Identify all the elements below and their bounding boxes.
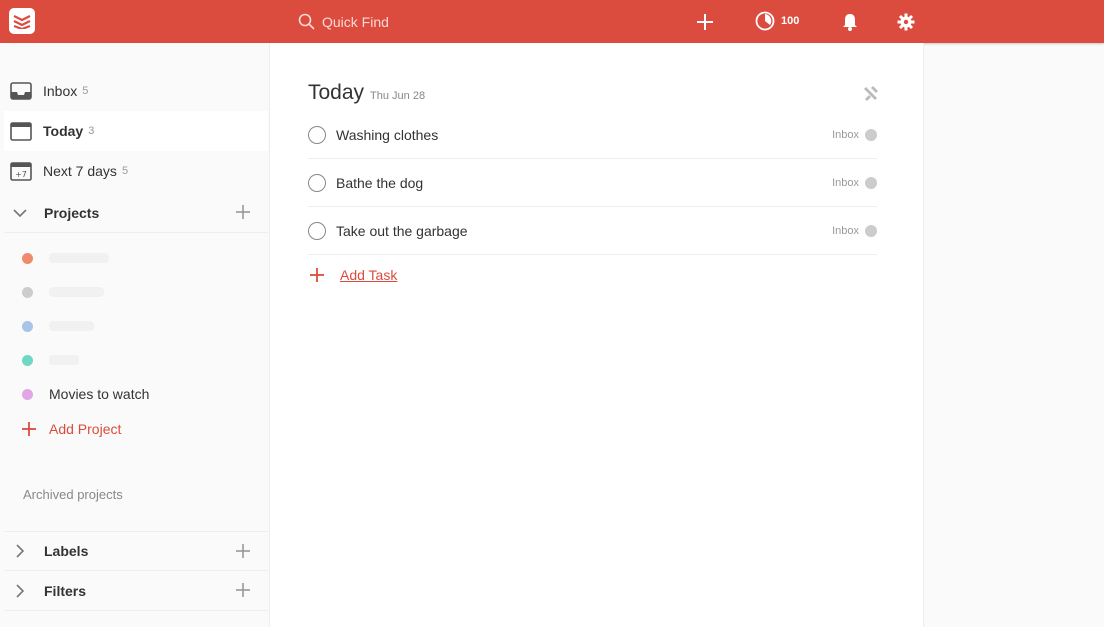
search-icon bbox=[298, 13, 315, 30]
project-name bbox=[49, 287, 104, 297]
notifications-button[interactable] bbox=[840, 11, 860, 33]
chevron-right-icon bbox=[10, 583, 30, 598]
sidebar: Inbox 5 Today 3 +7 Next 7 days 5 Project… bbox=[0, 43, 270, 627]
filters-label: Filters bbox=[44, 582, 87, 599]
task-row[interactable]: Take out the garbage Inbox bbox=[308, 207, 877, 255]
top-bar: Quick Find 100 bbox=[0, 0, 1104, 43]
project-name bbox=[49, 253, 109, 263]
todoist-logo-icon bbox=[13, 15, 31, 29]
calendar-week-icon: +7 bbox=[10, 160, 32, 182]
labels-label: Labels bbox=[44, 543, 89, 559]
projects-label: Projects bbox=[44, 204, 100, 221]
project-name bbox=[49, 321, 94, 331]
project-name bbox=[49, 355, 79, 365]
calendar-today-icon bbox=[10, 120, 32, 142]
project-color-dot bbox=[865, 176, 877, 189]
page-date: Thu Jun 28 bbox=[370, 90, 426, 102]
chevron-down-icon bbox=[10, 208, 30, 218]
inbox-icon bbox=[10, 80, 32, 102]
task-row[interactable]: Washing clothes Inbox bbox=[308, 111, 877, 159]
task-checkbox[interactable] bbox=[308, 221, 326, 240]
chevron-right-icon bbox=[10, 544, 30, 558]
task-project-label: Inbox bbox=[832, 128, 859, 141]
project-color-dot bbox=[22, 388, 33, 400]
project-item[interactable] bbox=[22, 246, 109, 270]
task-content[interactable]: Take out the garbage bbox=[336, 223, 832, 239]
add-project-label: Add Project bbox=[49, 421, 122, 437]
add-project-plus-icon[interactable] bbox=[236, 205, 250, 222]
gear-icon bbox=[897, 13, 915, 31]
add-project-button[interactable]: Add Project bbox=[22, 421, 121, 437]
task-content[interactable]: Bathe the dog bbox=[336, 175, 832, 191]
plus-icon bbox=[22, 421, 36, 437]
karma-button[interactable]: 100 bbox=[755, 11, 799, 31]
karma-icon bbox=[755, 11, 775, 31]
project-color-dot bbox=[22, 354, 33, 366]
project-color-dot bbox=[22, 252, 33, 264]
add-filter-plus-icon[interactable] bbox=[236, 583, 250, 600]
project-color-dot bbox=[22, 286, 33, 298]
sidebar-item-label: Next 7 days bbox=[43, 163, 117, 179]
project-color-dot bbox=[22, 320, 33, 332]
app-logo[interactable] bbox=[9, 8, 35, 34]
quick-find-search[interactable]: Quick Find bbox=[298, 11, 389, 33]
page-title: Today bbox=[308, 81, 365, 104]
svg-text:+7: +7 bbox=[15, 170, 27, 179]
sidebar-item-inbox[interactable]: Inbox 5 bbox=[4, 71, 268, 111]
projects-section-header[interactable]: Projects bbox=[4, 193, 268, 233]
add-task-quick-button[interactable] bbox=[695, 11, 715, 33]
add-task-button[interactable]: Add Task bbox=[310, 267, 397, 283]
add-label-plus-icon[interactable] bbox=[236, 544, 250, 561]
task-project-label: Inbox bbox=[832, 224, 859, 237]
next7-count: 5 bbox=[121, 165, 129, 177]
archived-projects-link[interactable]: Archived projects bbox=[23, 487, 123, 502]
add-task-label: Add Task bbox=[340, 267, 398, 283]
karma-value: 100 bbox=[781, 15, 800, 27]
filters-section-header[interactable]: Filters bbox=[4, 571, 268, 611]
project-item-movies-to-watch[interactable]: Movies to watch bbox=[22, 382, 149, 406]
inbox-count: 5 bbox=[82, 85, 89, 97]
plus-icon bbox=[310, 267, 324, 283]
task-row[interactable]: Bathe the dog Inbox bbox=[308, 159, 877, 207]
project-name: Movies to watch bbox=[49, 386, 150, 402]
project-color-dot bbox=[865, 224, 877, 237]
view-options-icon[interactable] bbox=[863, 85, 879, 106]
main-content: Today Thu Jun 28 Washing clothes Inbox B… bbox=[270, 43, 924, 627]
sidebar-item-label: Inbox bbox=[43, 83, 78, 99]
view-header: Today Thu Jun 28 bbox=[308, 81, 425, 105]
sidebar-item-label: Today bbox=[43, 123, 84, 139]
labels-section-header[interactable]: Labels bbox=[4, 531, 268, 571]
sidebar-item-today[interactable]: Today 3 bbox=[4, 111, 268, 151]
task-project-label: Inbox bbox=[832, 176, 859, 189]
project-item[interactable] bbox=[22, 314, 94, 338]
task-content[interactable]: Washing clothes bbox=[336, 127, 832, 143]
project-item[interactable] bbox=[22, 348, 79, 372]
task-checkbox[interactable] bbox=[308, 125, 326, 144]
settings-button[interactable] bbox=[896, 11, 916, 33]
task-checkbox[interactable] bbox=[308, 173, 326, 192]
project-color-dot bbox=[865, 128, 877, 141]
plus-icon bbox=[697, 14, 713, 30]
bell-icon bbox=[843, 14, 857, 31]
search-placeholder: Quick Find bbox=[322, 14, 389, 30]
today-count: 3 bbox=[88, 125, 95, 137]
project-item[interactable] bbox=[22, 280, 104, 304]
sidebar-item-next-7-days[interactable]: +7 Next 7 days 5 bbox=[4, 151, 268, 191]
